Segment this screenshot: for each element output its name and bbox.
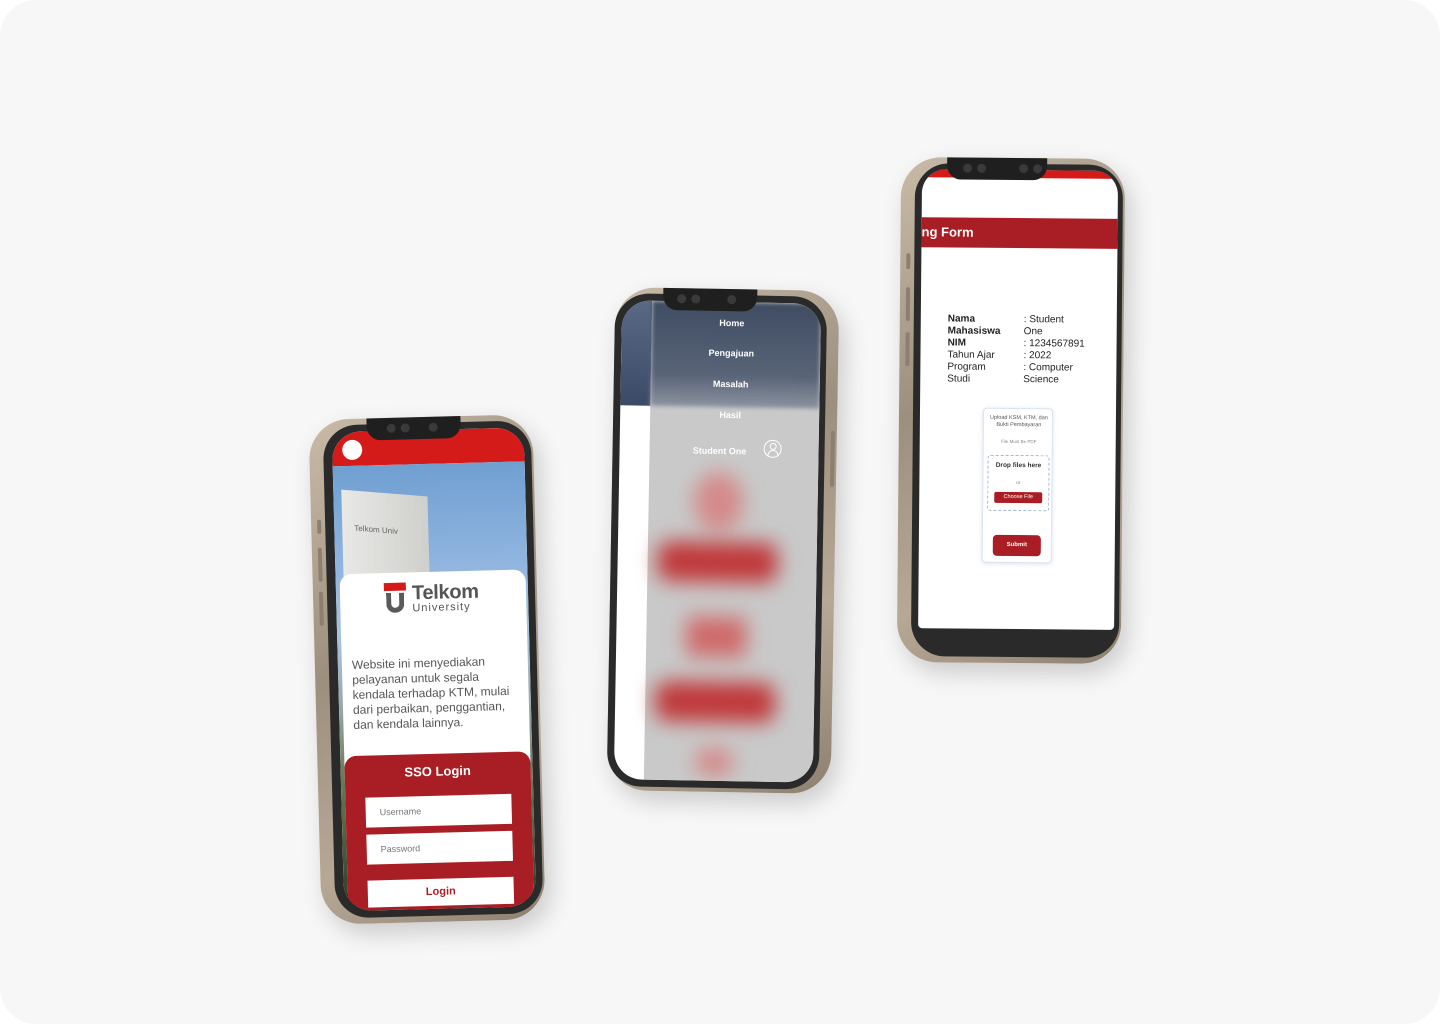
password-input[interactable] — [366, 830, 514, 865]
side-button — [318, 591, 324, 626]
upload-title: Upload KSM, KTM, dan Bukti Pembayaran — [990, 414, 1048, 429]
brand-sub: University — [412, 600, 471, 614]
blurred-button — [657, 540, 778, 583]
blurred-icon — [693, 471, 745, 533]
field-label: Tahun Ajar — [947, 349, 995, 361]
form-screen: ng Form Nama : Student Mahasiswa One NIM : … — [918, 169, 1119, 630]
file-dropzone[interactable]: Drop files here or Choose File — [987, 454, 1050, 512]
field-label: Mahasiswa — [947, 325, 1001, 337]
phone-notch — [663, 287, 758, 312]
field-value: : 2022 — [1023, 350, 1052, 362]
menu-toggle[interactable] — [341, 439, 363, 461]
upload-note: File Must Be PDF — [1001, 438, 1037, 445]
username-input[interactable] — [365, 793, 513, 828]
telkom-logo: Telkom University — [383, 580, 480, 616]
telkom-logo-icon — [383, 582, 407, 616]
side-button — [317, 519, 322, 534]
phone-form: ng Form Nama : Student Mahasiswa One NIM : … — [896, 157, 1126, 664]
side-button — [905, 332, 910, 367]
field-value: Science — [1023, 374, 1059, 386]
background-page-edge — [620, 300, 653, 406]
student-info: Nama : Student Mahasiswa One NIM : 12345678… — [947, 313, 1085, 386]
blurred-icon — [685, 616, 747, 658]
phone-menu: Home Pengajuan Masalah Hasil Student One — [606, 287, 840, 794]
field-label: Studi — [947, 373, 971, 385]
field-label: Nama — [947, 313, 976, 325]
phone-notch — [947, 157, 1048, 181]
side-button — [317, 547, 323, 582]
field-label: NIM — [947, 337, 966, 349]
nav-overlay — [643, 300, 822, 783]
login-button[interactable]: Login — [367, 876, 515, 908]
login-screen: Telkom Univ Telkom University Website in… — [331, 427, 537, 912]
submit-button[interactable]: Submit — [992, 534, 1041, 557]
upload-card: Upload KSM, KTM, dan Bukti Pembayaran Fi… — [981, 407, 1054, 564]
field-value: One — [1023, 326, 1043, 338]
brand-name: Telkom — [411, 580, 480, 604]
sso-login-panel: SSO Login Login — [344, 751, 535, 912]
menu-screen: Home Pengajuan Masalah Hasil Student One — [613, 300, 822, 783]
form-title: ng Form — [921, 217, 1118, 249]
field-value: : Computer — [1023, 362, 1073, 374]
phone-login: Telkom Univ Telkom University Website in… — [308, 414, 546, 925]
side-button — [905, 287, 911, 322]
or-text: or — [1016, 480, 1021, 487]
field-value: : 1234567891 — [1023, 338, 1085, 350]
blurred-button — [654, 680, 776, 723]
phone-notch — [366, 416, 461, 441]
field-value: : Student — [1023, 314, 1064, 326]
campus-photo: Telkom Univ Telkom University Website in… — [332, 461, 537, 912]
blurred-icon — [693, 746, 735, 778]
drop-text: Drop files here — [995, 461, 1042, 470]
mockup-canvas: Telkom Univ Telkom University Website in… — [0, 0, 1440, 1024]
field-label: Program — [947, 361, 986, 373]
site-description: Website ini menyediakan pelayanan untuk … — [351, 654, 510, 732]
side-button — [906, 253, 911, 270]
choose-file-button[interactable]: Choose File — [994, 491, 1043, 504]
sso-title: SSO Login — [404, 762, 472, 780]
